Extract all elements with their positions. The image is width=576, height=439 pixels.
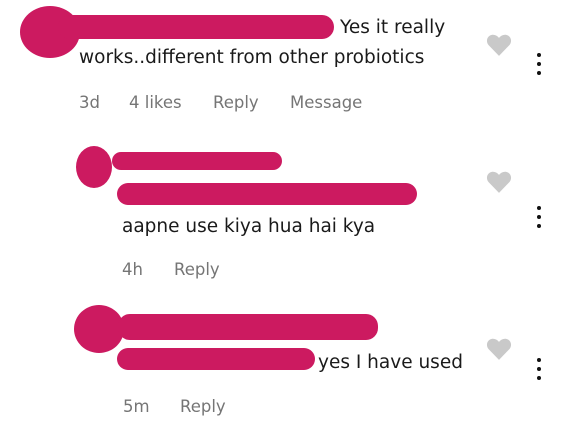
- reply-button[interactable]: Reply: [213, 93, 259, 113]
- reply-button[interactable]: Reply: [180, 397, 226, 417]
- comment-thread: Yes it really works..different from othe…: [0, 0, 576, 439]
- redacted-username: [112, 152, 282, 170]
- redacted-text: [117, 183, 417, 205]
- comment-text: aapne use kiya hua hai kya: [122, 216, 376, 237]
- more-options-icon[interactable]: [534, 51, 544, 77]
- message-button[interactable]: Message: [290, 93, 362, 113]
- heart-icon[interactable]: [486, 33, 512, 57]
- comment-timestamp: 4h: [122, 260, 143, 279]
- reply-button[interactable]: Reply: [174, 260, 220, 280]
- comment-timestamp: 3d: [79, 93, 100, 112]
- likes-count-link[interactable]: 4 likes: [129, 93, 182, 113]
- redacted-avatar: [74, 305, 124, 353]
- comment-text-line1: Yes it really: [340, 17, 446, 38]
- redacted-text: [117, 348, 315, 370]
- more-options-icon[interactable]: [534, 356, 544, 382]
- redacted-username: [58, 15, 334, 39]
- comment-text-line2: works..different from other probiotics: [79, 47, 425, 68]
- redacted-username: [118, 314, 378, 340]
- heart-icon[interactable]: [486, 170, 512, 194]
- more-options-icon[interactable]: [534, 204, 544, 230]
- comment-timestamp: 5m: [123, 397, 150, 416]
- redacted-avatar: [76, 146, 112, 188]
- heart-icon[interactable]: [486, 337, 512, 361]
- comment-text: yes I have used: [318, 352, 463, 373]
